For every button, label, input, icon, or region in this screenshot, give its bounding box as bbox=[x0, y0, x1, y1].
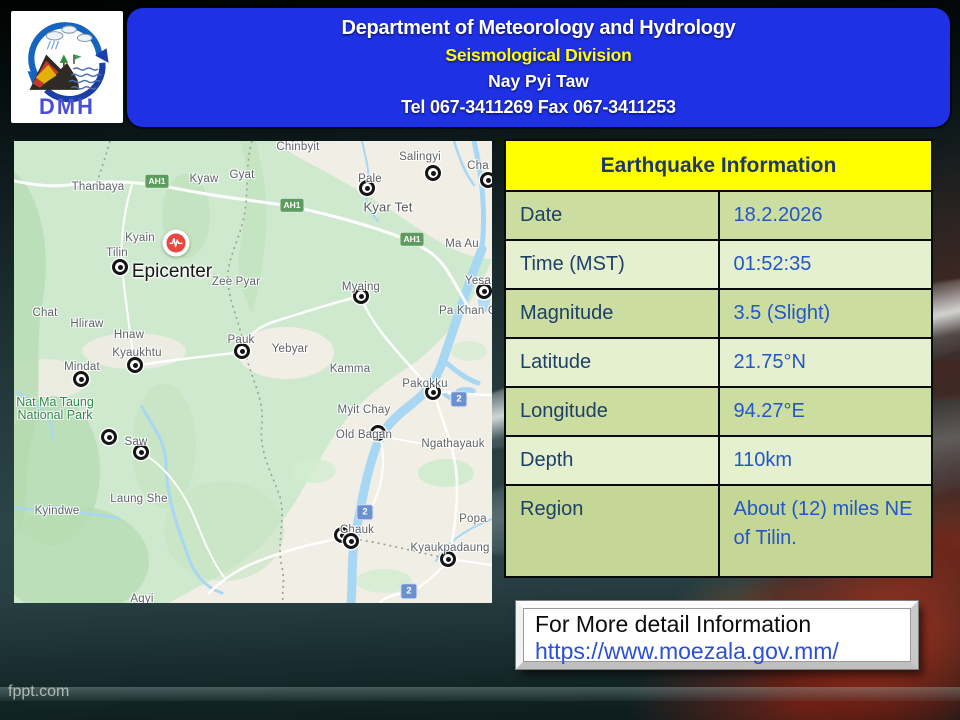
row-value: 01:52:35 bbox=[719, 240, 933, 289]
map-town-label: Chat bbox=[32, 307, 57, 319]
earthquake-info-table: Earthquake Information Date18.2.2026Time… bbox=[504, 139, 933, 578]
map-town-label: Pale bbox=[358, 173, 382, 185]
map-town-label: Myaing bbox=[342, 281, 380, 293]
road-badge-2: 2 bbox=[450, 391, 467, 407]
row-label: Time (MST) bbox=[505, 240, 719, 289]
map-town-label: Gyat bbox=[229, 169, 254, 181]
dmh-logo: DMH bbox=[11, 11, 123, 123]
seismograph-icon bbox=[169, 236, 184, 251]
header-division: Seismological Division bbox=[445, 45, 631, 66]
row-label: Latitude bbox=[505, 338, 719, 387]
more-info-box: For More detail Information https://www.… bbox=[516, 601, 918, 669]
epicenter-marker bbox=[163, 230, 190, 257]
row-value: About (12) miles NE of Tilin. bbox=[719, 485, 933, 577]
map-town-label: Popa bbox=[459, 513, 487, 525]
map-town-label: Ngathayauk bbox=[421, 438, 484, 450]
map-town-marker bbox=[480, 172, 492, 188]
map-town-label: Kyindwe bbox=[35, 505, 80, 517]
map-town-label: Pakokku bbox=[402, 378, 448, 390]
background-bottom-band bbox=[0, 687, 960, 701]
table-header-row: Earthquake Information bbox=[505, 140, 932, 191]
row-value: 3.5 (Slight) bbox=[719, 289, 933, 338]
row-label: Magnitude bbox=[505, 289, 719, 338]
table-row: Depth110km bbox=[505, 436, 932, 485]
map-town-label: Old Bagan bbox=[336, 429, 392, 441]
header-banner: Department of Meteorology and Hydrology … bbox=[127, 8, 950, 127]
table-row: Time (MST)01:52:35 bbox=[505, 240, 932, 289]
row-value: 18.2.2026 bbox=[719, 191, 933, 240]
map-town-label: Zee Pyar bbox=[212, 276, 260, 288]
map-town-label: Cha bbox=[467, 160, 489, 172]
row-label: Longitude bbox=[505, 387, 719, 436]
map-town-label: Salingyi bbox=[399, 151, 441, 163]
table-title: Earthquake Information bbox=[505, 140, 932, 191]
map-town-label: Kyain bbox=[125, 232, 155, 244]
table-row: Magnitude3.5 (Slight) bbox=[505, 289, 932, 338]
row-value: 94.27°E bbox=[719, 387, 933, 436]
header-contact: Tel 067-3411269 Fax 067-3411253 bbox=[401, 97, 676, 118]
map-town-label: Chinbyit bbox=[276, 141, 319, 153]
map-town-marker bbox=[425, 165, 441, 181]
map-town-label: Saw bbox=[125, 436, 148, 448]
road-badge-ah1: AH1 bbox=[144, 174, 169, 189]
map-town-label: Tilin bbox=[106, 247, 128, 259]
road-badge-ah1: AH1 bbox=[399, 232, 424, 247]
road-badge-2: 2 bbox=[400, 583, 417, 599]
more-info-link: https://www.moezala.gov.mm/ bbox=[535, 638, 899, 665]
epicenter-icon bbox=[167, 234, 186, 253]
road-badge-ah1: AH1 bbox=[279, 198, 304, 213]
row-label: Date bbox=[505, 191, 719, 240]
map-labels-layer: Nat Ma TaungNational Park Thanbaya Kyaw Gy… bbox=[14, 141, 492, 603]
table-row: Date18.2.2026 bbox=[505, 191, 932, 240]
road-badge-2: 2 bbox=[356, 504, 373, 520]
map-town-marker bbox=[343, 533, 359, 549]
map-town-label: Kyaukhtu bbox=[112, 347, 162, 359]
row-value: 21.75°N bbox=[719, 338, 933, 387]
map-town-label: Pa Khan G bbox=[439, 305, 492, 317]
map-park-label: Nat Ma TaungNational Park bbox=[16, 396, 94, 422]
map-town-label: Yesa bbox=[465, 275, 491, 287]
map-town-label: Agyi bbox=[130, 593, 153, 603]
table-row: Latitude21.75°N bbox=[505, 338, 932, 387]
table-row: RegionAbout (12) miles NE of Tilin. bbox=[505, 485, 932, 577]
map-town-label: Pauk bbox=[227, 334, 254, 346]
map-town-label: Mindat bbox=[64, 361, 100, 373]
map-town-label: Kamma bbox=[330, 363, 371, 375]
header-department: Department of Meteorology and Hydrology bbox=[342, 17, 736, 40]
map-town-marker bbox=[112, 259, 128, 275]
map: Nat Ma TaungNational Park Thanbaya Kyaw Gy… bbox=[14, 141, 492, 603]
fppt-watermark: fppt.com bbox=[8, 683, 69, 701]
row-value: 110km bbox=[719, 436, 933, 485]
table-row: Longitude94.27°E bbox=[505, 387, 932, 436]
map-town-label: Ma Au bbox=[445, 238, 479, 250]
map-town-label: Hnaw bbox=[114, 329, 144, 341]
row-label: Region bbox=[505, 485, 719, 577]
epicenter-label: Epicenter bbox=[132, 261, 212, 283]
map-town-label: Myit Chay bbox=[338, 404, 391, 416]
more-info-text: For More detail Information bbox=[535, 611, 899, 638]
map-town-label: Kyaw bbox=[190, 173, 219, 185]
dmh-logo-graphic: DMH bbox=[15, 15, 119, 119]
map-town-marker bbox=[101, 429, 117, 445]
row-label: Depth bbox=[505, 436, 719, 485]
map-town-label: Thanbaya bbox=[72, 181, 125, 193]
map-town-label: Hliraw bbox=[70, 318, 103, 330]
header-city: Nay Pyi Taw bbox=[488, 71, 589, 92]
dmh-logo-text: DMH bbox=[39, 94, 95, 119]
map-town-marker bbox=[73, 371, 89, 387]
map-town-label: Kyar Tet bbox=[363, 200, 412, 215]
map-town-label: Laung She bbox=[110, 493, 167, 505]
map-town-marker bbox=[127, 357, 143, 373]
map-town-label: Kyaukpadaung bbox=[410, 542, 489, 554]
map-town-label: Yebyar bbox=[272, 343, 309, 355]
